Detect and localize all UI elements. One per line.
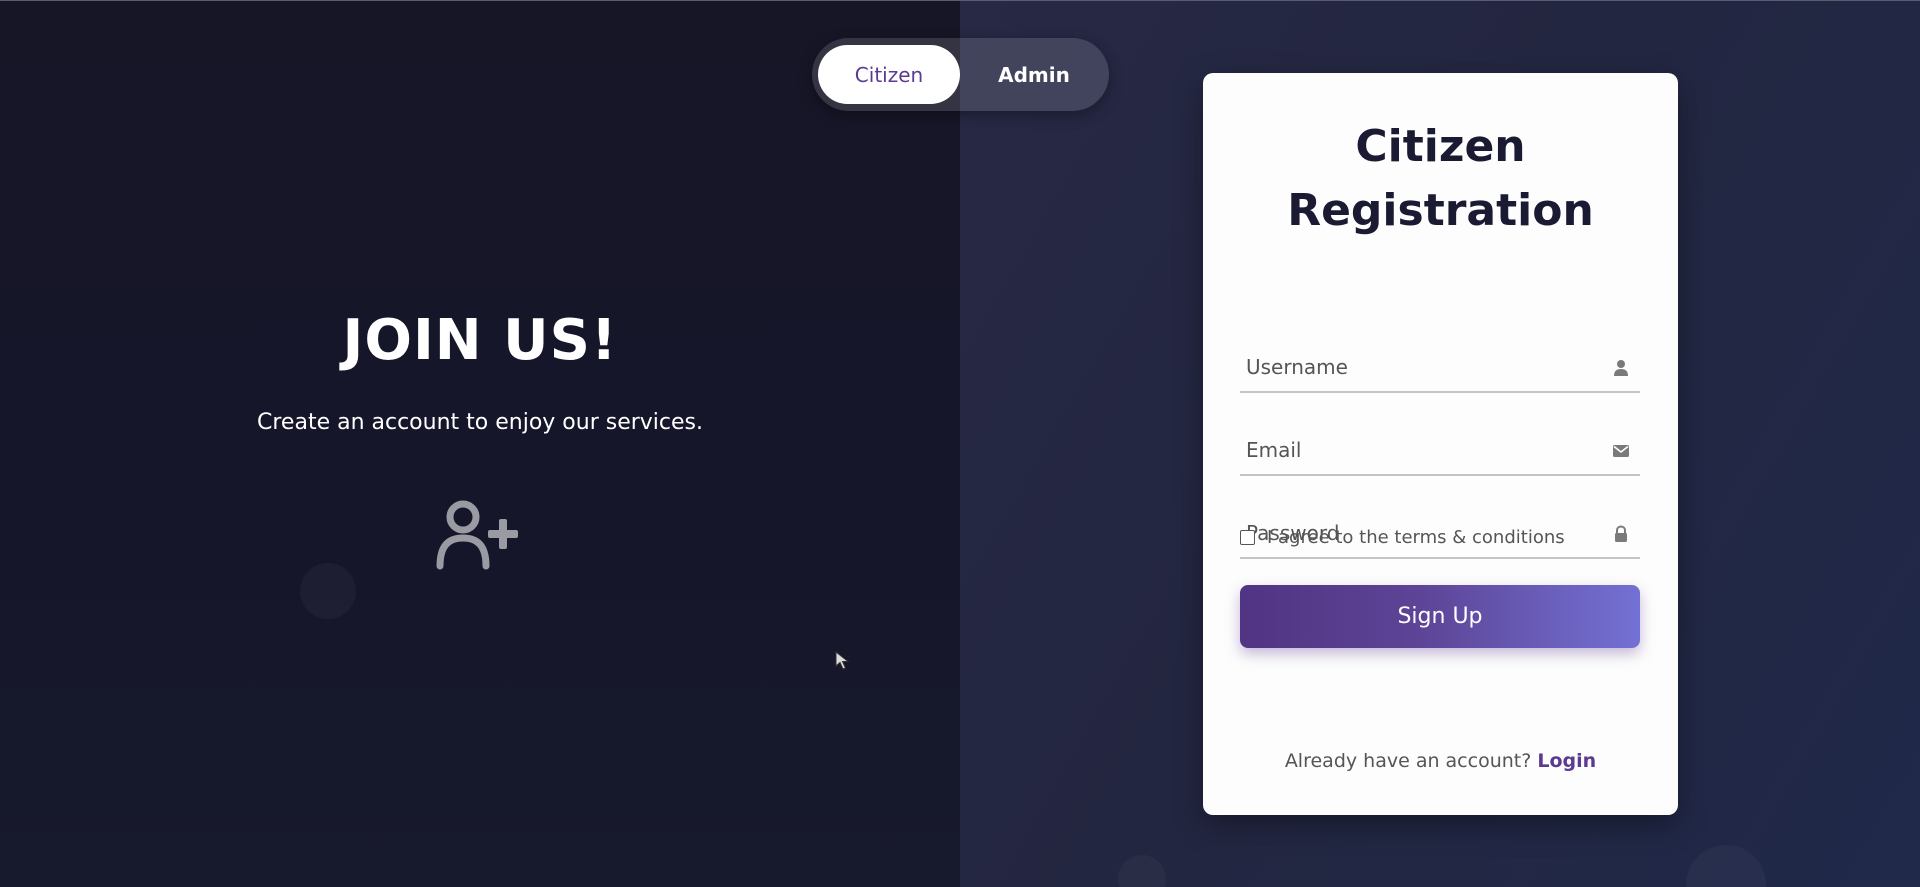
hero-title: JOIN US! (342, 308, 618, 373)
hero-subtitle: Create an account to enjoy our services. (257, 410, 703, 435)
email-input[interactable] (1240, 428, 1586, 472)
lock-icon (1615, 525, 1627, 542)
form-title-line-2: Registration (1287, 185, 1594, 236)
citizen-toggle-button[interactable]: Citizen (818, 45, 960, 104)
mouse-cursor-icon (835, 651, 850, 670)
admin-toggle-button[interactable]: Admin (965, 45, 1103, 104)
email-field (1240, 428, 1640, 476)
left-panel (0, 0, 960, 887)
decorative-bubble (300, 563, 356, 619)
sign-up-button[interactable]: Sign Up (1240, 585, 1640, 648)
user-plus-icon (436, 500, 518, 570)
registration-page: Citizen Admin JOIN US! Create an account… (0, 0, 1920, 887)
terms-row: I agree to the terms & conditions (1240, 524, 1565, 550)
terms-checkbox[interactable] (1240, 529, 1255, 545)
username-field (1240, 345, 1640, 393)
login-prompt-row: Already have an account? Login (1203, 750, 1678, 772)
login-prompt-text: Already have an account? (1284, 750, 1532, 772)
username-input[interactable] (1240, 345, 1586, 389)
registration-card: Citizen Registration Username Email I ag… (1203, 73, 1678, 815)
user-icon (1614, 360, 1628, 376)
form-title: Citizen Registration (1203, 115, 1678, 243)
role-toggle: Citizen Admin (812, 38, 1109, 111)
top-border (0, 0, 1920, 1)
envelope-icon (1613, 445, 1629, 457)
login-link[interactable]: Login (1537, 750, 1596, 772)
terms-label: I agree to the terms & conditions (1267, 526, 1565, 548)
form-title-line-1: Citizen (1355, 121, 1526, 172)
